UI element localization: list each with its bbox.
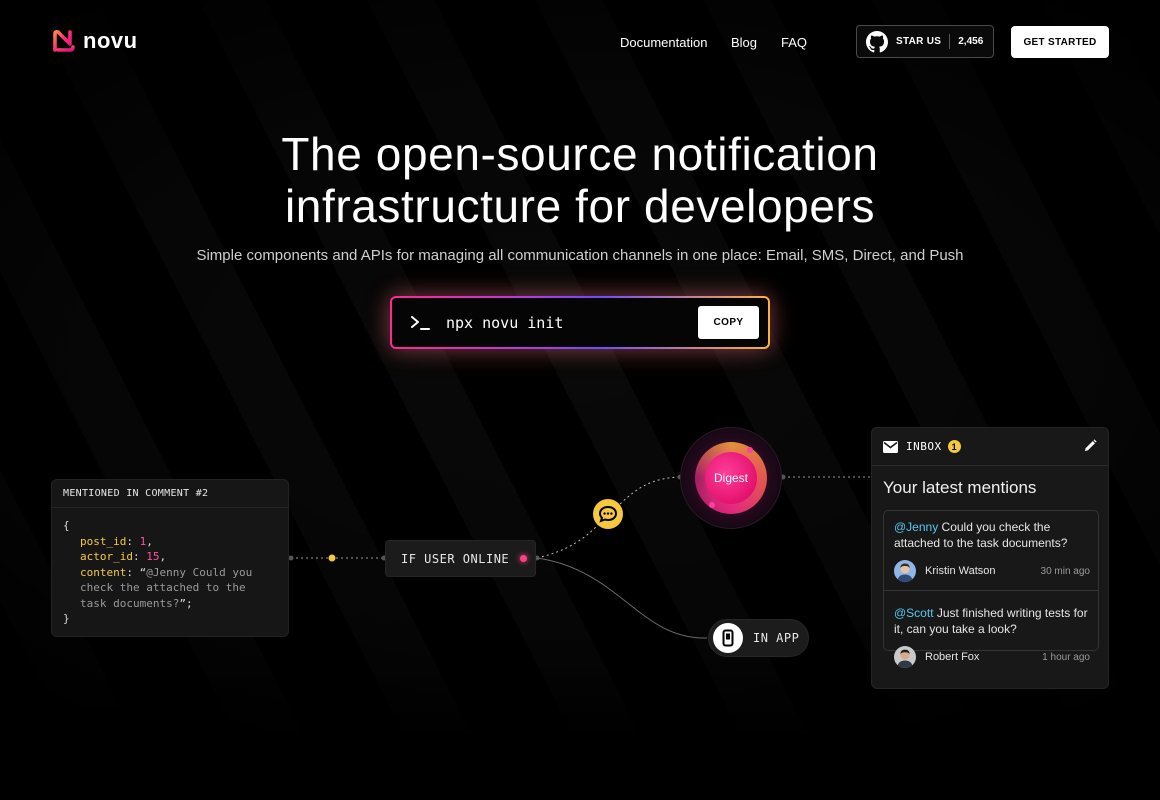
code-line-actor-id: actor_id: 15, — [80, 550, 167, 563]
command-text[interactable]: npx novu init — [446, 314, 563, 332]
github-icon — [866, 30, 888, 52]
code-close-quote: ”; — [179, 596, 193, 610]
github-star-button[interactable]: STAR US 2,456 — [856, 25, 994, 58]
list-item[interactable]: @Scott Just finished writing tests for i… — [894, 606, 1092, 668]
avatar — [894, 646, 916, 668]
code-key-post-id: post_id — [80, 534, 127, 548]
code-val-content-1: @Jenny Could you — [146, 565, 253, 579]
mention-handle: @Jenny — [894, 520, 939, 534]
mention-text: @Jenny Could you check the attached to t… — [894, 520, 1092, 551]
list-item[interactable]: @Jenny Could you check the attached to t… — [894, 520, 1092, 582]
mention-text: @Scott Just finished writing tests for i… — [894, 606, 1092, 637]
code-val-actor-id: 15 — [146, 550, 160, 563]
digest-orbit-dot — [709, 502, 715, 508]
inbox-header: INBOX 1 — [872, 428, 1108, 466]
command-box: npx novu init COPY — [390, 296, 770, 349]
code-val-content-2: check the attached to the — [80, 581, 246, 594]
nav-link-documentation[interactable]: Documentation — [620, 35, 707, 50]
mobile-phone-icon — [713, 623, 743, 653]
mention-author: Robert Fox — [925, 651, 980, 663]
get-started-button[interactable]: GET STARTED — [1011, 26, 1109, 58]
condition-step: IF USER ONLINE — [385, 540, 536, 577]
star-count: 2,456 — [958, 36, 984, 47]
code-line-content: content: “@Jenny Could you — [80, 565, 253, 579]
code-open-brace: { — [63, 519, 70, 532]
hero-title-line1: The open-source notification — [281, 128, 879, 180]
digest-label: Digest — [713, 471, 748, 485]
nav-link-blog[interactable]: Blog — [731, 35, 757, 50]
condition-label: IF USER ONLINE — [401, 551, 510, 566]
code-line-post-id: post_id: 1, — [80, 534, 153, 548]
nav-link-faq[interactable]: FAQ — [781, 35, 807, 50]
hero-title: The open-source notification infrastruct… — [0, 128, 1160, 232]
mention-meta: Kristin Watson 30 min ago — [894, 560, 1092, 582]
code-val-content-3: task documents? — [80, 596, 180, 610]
brand-name: novu — [83, 28, 138, 53]
terminal-prompt-icon — [411, 315, 430, 330]
hero-subtitle: Simple components and APIs for managing … — [196, 247, 964, 264]
trigger-payload-card: MENTIONED IN COMMENT #2 { post_id: 1, ac… — [51, 479, 289, 637]
digest-core: Digest — [705, 452, 757, 504]
code-line-content-3: task documents?”; — [63, 596, 288, 612]
inbox-title: INBOX — [906, 440, 942, 453]
in-app-label: IN APP — [753, 631, 800, 645]
code-card-header: MENTIONED IN COMMENT #2 — [52, 480, 288, 508]
code-card-body: { post_id: 1, actor_id: 15, content: “@J… — [52, 508, 288, 627]
code-key-content: content — [80, 565, 127, 579]
chat-bubble-icon — [593, 499, 623, 529]
inbox-unread-badge: 1 — [947, 440, 961, 453]
novu-logo-icon — [53, 29, 75, 52]
mention-handle: @Scott — [894, 606, 934, 620]
copy-button[interactable]: COPY — [698, 306, 759, 339]
in-app-channel: IN APP — [708, 619, 809, 657]
mention-time: 1 hour ago — [1042, 651, 1090, 663]
mention-time: 30 min ago — [1040, 565, 1090, 577]
mention-meta: Robert Fox 1 hour ago — [894, 646, 1092, 668]
inbox-widget: INBOX 1 Your latest mentions @Jenny Coul… — [871, 427, 1109, 689]
pencil-icon[interactable] — [1083, 439, 1097, 453]
status-dot — [520, 555, 528, 562]
mention-author: Kristin Watson — [925, 565, 996, 577]
star-label: STAR US — [896, 36, 942, 47]
avatar — [894, 560, 916, 582]
star-divider — [949, 34, 951, 49]
hero-title-line2: infrastructure for developers — [284, 180, 876, 232]
command-inner: npx novu init COPY — [392, 298, 768, 347]
novu-logo[interactable]: novu — [51, 28, 138, 54]
mentions-divider — [884, 590, 1098, 591]
mentions-list: @Jenny Could you check the attached to t… — [883, 510, 1099, 668]
code-val-post-id: 1 — [139, 534, 147, 548]
inbox-heading: Your latest mentions — [883, 478, 1037, 497]
digest-step: Digest — [680, 427, 782, 529]
code-key-actor-id: actor_id — [80, 550, 133, 563]
mail-icon — [883, 440, 898, 453]
code-close-brace: } — [63, 612, 70, 625]
digest-orbit-dot — [747, 447, 753, 453]
